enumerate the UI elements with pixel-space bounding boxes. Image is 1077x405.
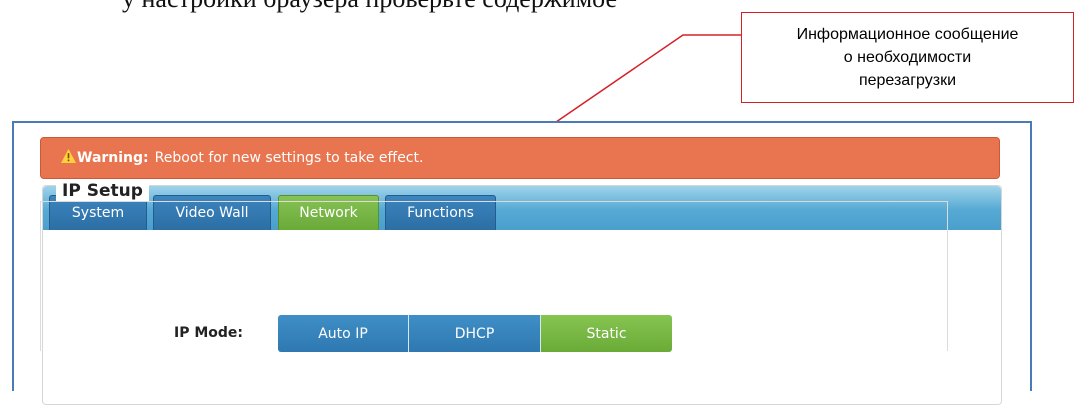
ip-setup-title: IP Setup (56, 181, 149, 201)
ip-mode-label: IP Mode: (174, 325, 244, 341)
document-text-fragment: у настройки браузера проверьте содержимо… (122, 0, 617, 14)
warning-icon (61, 149, 76, 163)
warning-message: Reboot for new settings to take effect. (154, 150, 424, 166)
callout-line: перезагрузки (858, 72, 957, 89)
callout-line: Информационное сообщение (796, 26, 1019, 43)
ip-mode-static-button[interactable]: Static (541, 315, 672, 352)
warning-banner: Warning: Reboot for new settings to take… (40, 137, 1000, 179)
ip-mode-dhcp-button[interactable]: DHCP (409, 315, 541, 352)
callout-line: о необходимости (843, 49, 972, 66)
ip-mode-auto-ip-button[interactable]: Auto IP (278, 315, 409, 352)
warning-label: Warning: (77, 150, 149, 166)
app-window: Warning: Reboot for new settings to take… (12, 121, 1032, 405)
callout-box: Информационное сообщение о необходимости… (741, 12, 1074, 103)
